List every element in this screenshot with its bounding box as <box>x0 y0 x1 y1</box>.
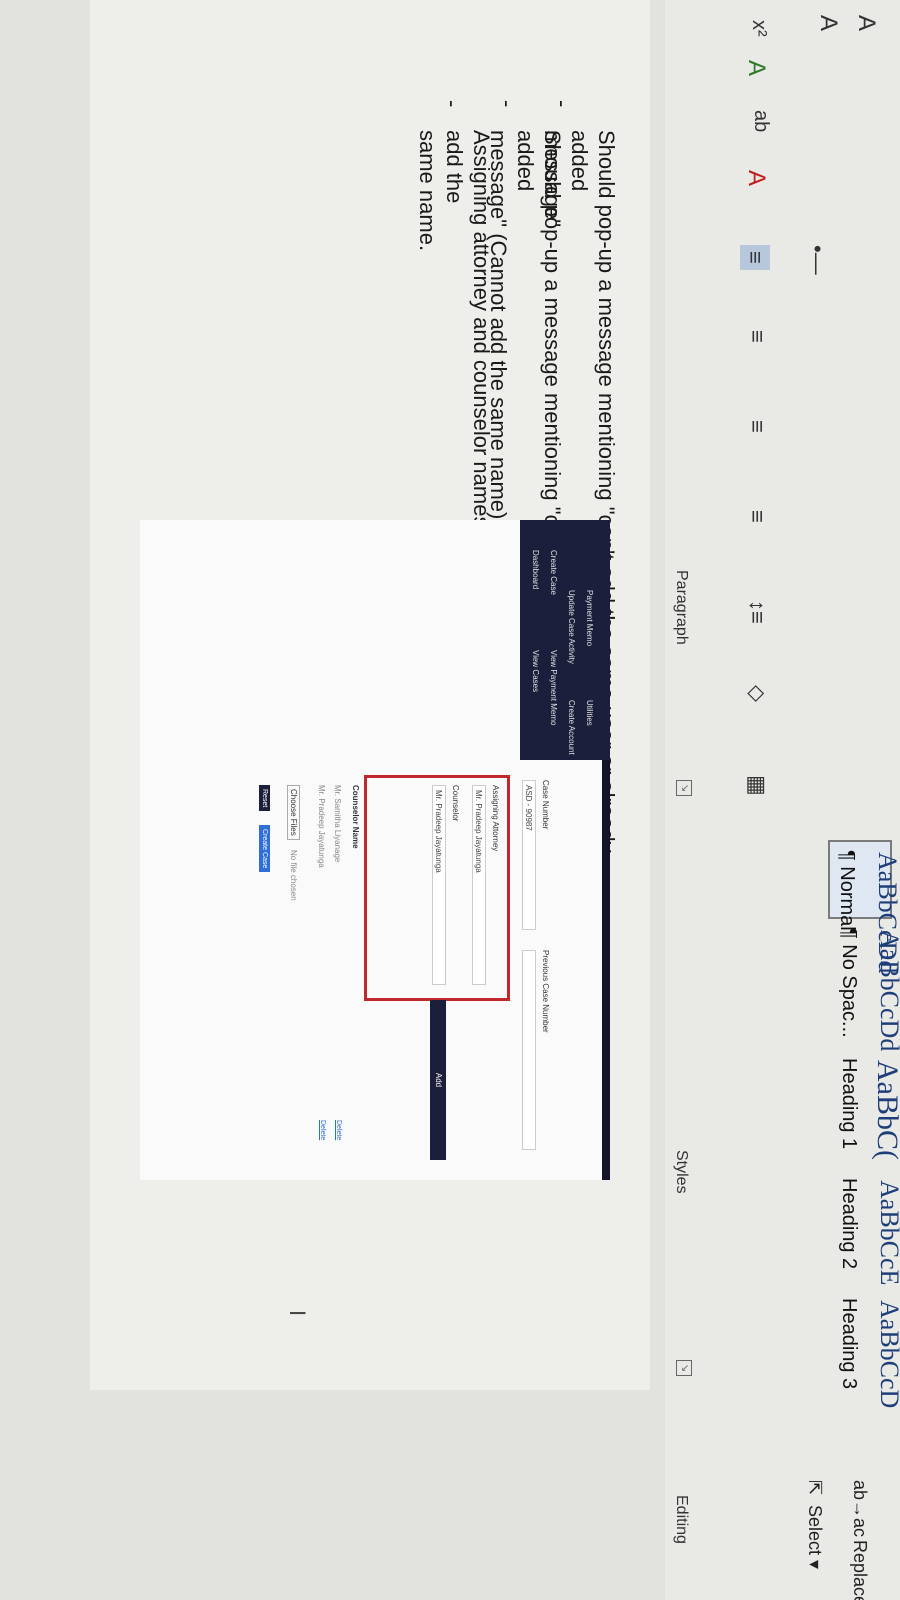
delete-link[interactable]: Delete <box>335 1120 342 1140</box>
no-file-label: No file chosen <box>289 850 298 901</box>
editing-group-label: Editing <box>673 1495 690 1544</box>
styles-group-label: Styles <box>673 1150 690 1194</box>
style-heading-3[interactable]: AaBbCcD Heading 3 <box>832 1290 900 1408</box>
sidebar-item-utilities[interactable]: Utilities <box>585 700 594 726</box>
font-color-icon[interactable]: A <box>742 170 770 186</box>
top-bar <box>602 760 610 1180</box>
previous-case-label: Previous Case Number <box>541 950 550 1033</box>
shading-icon[interactable]: ◇ <box>744 685 770 702</box>
font-size-icon[interactable]: A <box>852 15 880 31</box>
create-case-button[interactable]: Create Case <box>259 825 270 873</box>
styles-launcher-icon[interactable]: ↘ <box>676 1360 692 1376</box>
superscript-icon[interactable]: x² <box>747 20 770 37</box>
case-number-field[interactable]: ASD - 90987 <box>522 780 536 930</box>
previous-case-field[interactable] <box>522 950 536 1150</box>
sidebar-item-create-case[interactable]: Create Case <box>549 550 558 595</box>
ribbon: A A x² A ab A •— ≡ ≡ ≡ ≡ ↕≡ ◇ ▦ Paragrap… <box>665 0 900 1600</box>
select-icon[interactable]: ⇱ <box>804 1480 825 1495</box>
style-heading-2[interactable]: AaBbCcE Heading 2 <box>832 1170 900 1285</box>
styles-gallery: AaBbCcDd ¶ Normal AaBbCcDd ¶ No Spac... … <box>828 770 900 1600</box>
word-window: A A x² A ab A •— ≡ ≡ ≡ ≡ ↕≡ ◇ ▦ Paragrap… <box>0 0 900 1600</box>
style-normal[interactable]: AaBbCcDd ¶ Normal <box>828 840 900 973</box>
assigning-attorney-label: Assigning Attorney <box>491 785 500 852</box>
paragraph-launcher-icon[interactable]: ↘ <box>676 780 692 796</box>
embedded-screenshot: Dashboard Create Case Update Case Activi… <box>140 520 610 1180</box>
reset-button[interactable]: Reset <box>259 785 270 812</box>
align-right-icon[interactable]: ≡ <box>744 420 770 433</box>
justify-icon[interactable]: ≡ <box>744 510 770 523</box>
borders-icon[interactable]: ▦ <box>744 775 770 796</box>
add-button[interactable]: Add <box>430 1000 446 1160</box>
sidebar-item-dashboard[interactable]: Dashboard <box>531 550 540 589</box>
align-center-icon[interactable]: ≡ <box>744 330 770 343</box>
highlight-icon[interactable]: ab <box>749 110 772 132</box>
document-area: - Should pop-up a message mentioning "ca… <box>0 0 665 1600</box>
replace-icon[interactable]: ab→ac <box>849 1480 870 1537</box>
choose-files-button[interactable]: Choose Files <box>287 785 300 840</box>
counselor-label: Counselor <box>451 785 460 822</box>
bullet-dash: - <box>495 100 520 108</box>
style-heading-1[interactable]: AaBbC( Heading 1 <box>832 1050 900 1160</box>
sidebar-item-view-cases[interactable]: View Cases <box>531 650 540 692</box>
counselor-name-header: Counselor Name <box>351 785 360 849</box>
sidebar-item-update-case[interactable]: Update Case Activity <box>567 590 576 664</box>
text-cursor-icon: I <box>285 1310 310 1317</box>
paragraph-group-label: Paragraph <box>673 570 690 645</box>
style-no-spacing[interactable]: AaBbCcDd ¶ No Spac... <box>832 920 900 1051</box>
counselor-select[interactable]: Mr. Pradeep Jayatunga <box>432 785 446 985</box>
sidebar-item-payment-memo[interactable]: Payment Memo <box>585 590 594 646</box>
bullet-dash: - <box>550 100 575 108</box>
bullets-icon[interactable]: •— <box>804 245 830 275</box>
replace-button[interactable]: Replace <box>849 1540 870 1600</box>
text-effects-icon[interactable]: A <box>742 60 770 76</box>
line-spacing-icon[interactable]: ↕≡ <box>744 600 770 624</box>
document-page[interactable]: - Should pop-up a message mentioning "ca… <box>90 0 650 1390</box>
font-shrink-icon[interactable]: A <box>814 15 842 31</box>
assigning-attorney-select[interactable]: Mr. Pradeep Jayatunga <box>472 785 486 985</box>
delete-link[interactable]: Delete <box>319 1120 326 1140</box>
bullet-dash: - <box>440 100 465 108</box>
align-left-icon[interactable]: ≡ <box>740 245 770 270</box>
sidebar-item-create-account[interactable]: Create Account <box>567 700 576 755</box>
photo-frame: A A x² A ab A •— ≡ ≡ ≡ ≡ ↕≡ ◇ ▦ Paragrap… <box>0 0 900 1600</box>
counselor-row-name: Mr. Samitha Liyanage <box>333 785 342 863</box>
select-button[interactable]: Select ▾ <box>804 1505 825 1569</box>
sidebar-item-view-payment-memo[interactable]: View Payment Memo <box>549 650 558 725</box>
case-number-label: Case Number <box>541 780 550 830</box>
counselor-row-name: Mr. Pradeep Jayatunga <box>317 785 326 868</box>
